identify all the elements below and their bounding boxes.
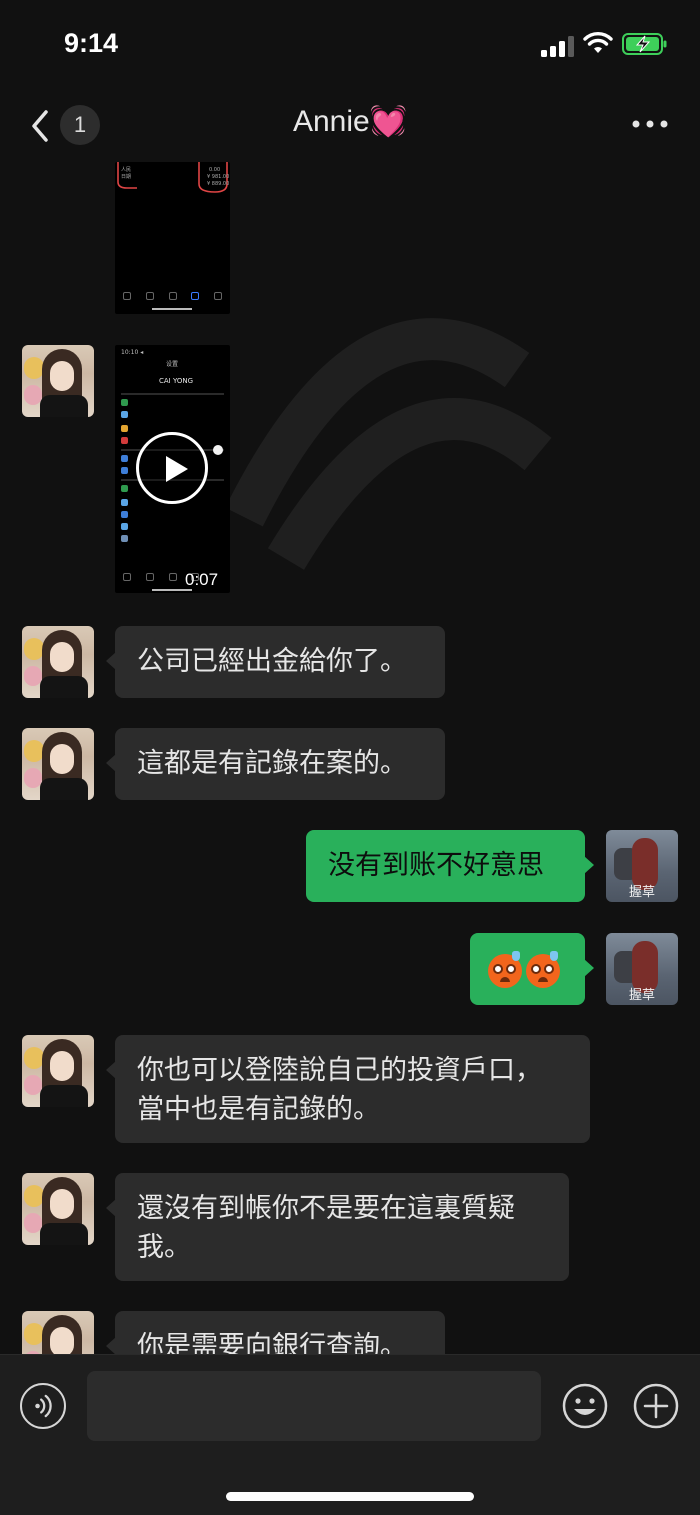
thumb-tab-icon	[169, 292, 177, 300]
outgoing-message-bubble[interactable]: 没有到账不好意思	[306, 830, 594, 902]
my-avatar-caption: 握草	[628, 988, 655, 1003]
svg-text:¥ 889.00: ¥ 889.00	[207, 181, 229, 187]
thumb-tab-icon	[146, 292, 154, 300]
contact-avatar[interactable]	[22, 626, 94, 698]
more-options-icon[interactable]	[628, 116, 672, 132]
thumb-tab-icon	[214, 292, 222, 300]
annotation-circles: 人民 日期 0.00 ¥ 981.00 ¥ 889.00	[117, 162, 229, 193]
incoming-message-bubble[interactable]: 公司已經出金給你了。	[106, 626, 445, 698]
contact-avatar[interactable]	[22, 1035, 94, 1107]
thumb-tab-icon	[191, 292, 199, 300]
incoming-message-bubble[interactable]: 還沒有到帳你不是要在這裏質疑 我。	[106, 1173, 569, 1281]
incoming-message-bubble[interactable]: 你是需要向銀行查詢。	[106, 1311, 445, 1354]
svg-text:人民: 人民	[121, 167, 131, 173]
more-functions-plus-icon[interactable]	[633, 1383, 679, 1429]
screenshot-image-message[interactable]: 人民 日期 0.00 ¥ 981.00 ¥ 889.00	[115, 162, 230, 314]
battery-charging-icon	[622, 33, 667, 55]
contact-avatar[interactable]	[22, 1173, 94, 1245]
voice-input-icon[interactable]	[20, 1383, 66, 1429]
status-bar: 9:14	[0, 0, 700, 90]
sweating-face-icon	[526, 950, 560, 988]
outgoing-emoji-bubble[interactable]	[470, 933, 594, 1005]
my-avatar-caption: 握草	[628, 885, 655, 900]
svg-text:¥ 981.00: ¥ 981.00	[207, 174, 229, 180]
thumb-home-line	[152, 308, 192, 310]
sweating-face-icon	[488, 950, 522, 988]
video-scrubber-dot	[213, 445, 223, 455]
cellular-signal-icon	[541, 36, 574, 57]
chat-header: 1 Annie💓	[0, 90, 700, 162]
message-text-input[interactable]	[87, 1371, 541, 1441]
status-time: 9:14	[64, 28, 119, 58]
video-duration: 0:07	[185, 570, 219, 589]
home-indicator[interactable]	[226, 1492, 474, 1501]
my-avatar[interactable]: 握草	[606, 933, 678, 1005]
svg-text:日期: 日期	[121, 174, 131, 180]
emoji-picker-icon[interactable]	[562, 1383, 608, 1429]
chat-messages[interactable]: 人民 日期 0.00 ¥ 981.00 ¥ 889.00 10:10 ◂ 设置 …	[0, 162, 700, 1354]
thumb-tab-icon	[123, 292, 131, 300]
incoming-message-bubble[interactable]: 這都是有記錄在案的。	[106, 728, 445, 800]
play-video-icon[interactable]	[136, 432, 208, 504]
incoming-message-bubble[interactable]: 你也可以登陸說自己的投資戶口， 當中也是有記錄的。	[106, 1035, 590, 1143]
wifi-icon	[583, 32, 613, 53]
my-avatar[interactable]: 握草	[606, 830, 678, 902]
svg-text:0.00: 0.00	[209, 167, 220, 173]
contact-avatar[interactable]	[22, 728, 94, 800]
contact-avatar[interactable]	[22, 1311, 94, 1354]
video-message[interactable]: 10:10 ◂ 设置 CAI YONG 0:07	[115, 345, 230, 593]
message-input-bar	[0, 1354, 700, 1515]
chat-title: Annie💓	[292, 105, 408, 138]
contact-avatar[interactable]	[22, 345, 94, 417]
